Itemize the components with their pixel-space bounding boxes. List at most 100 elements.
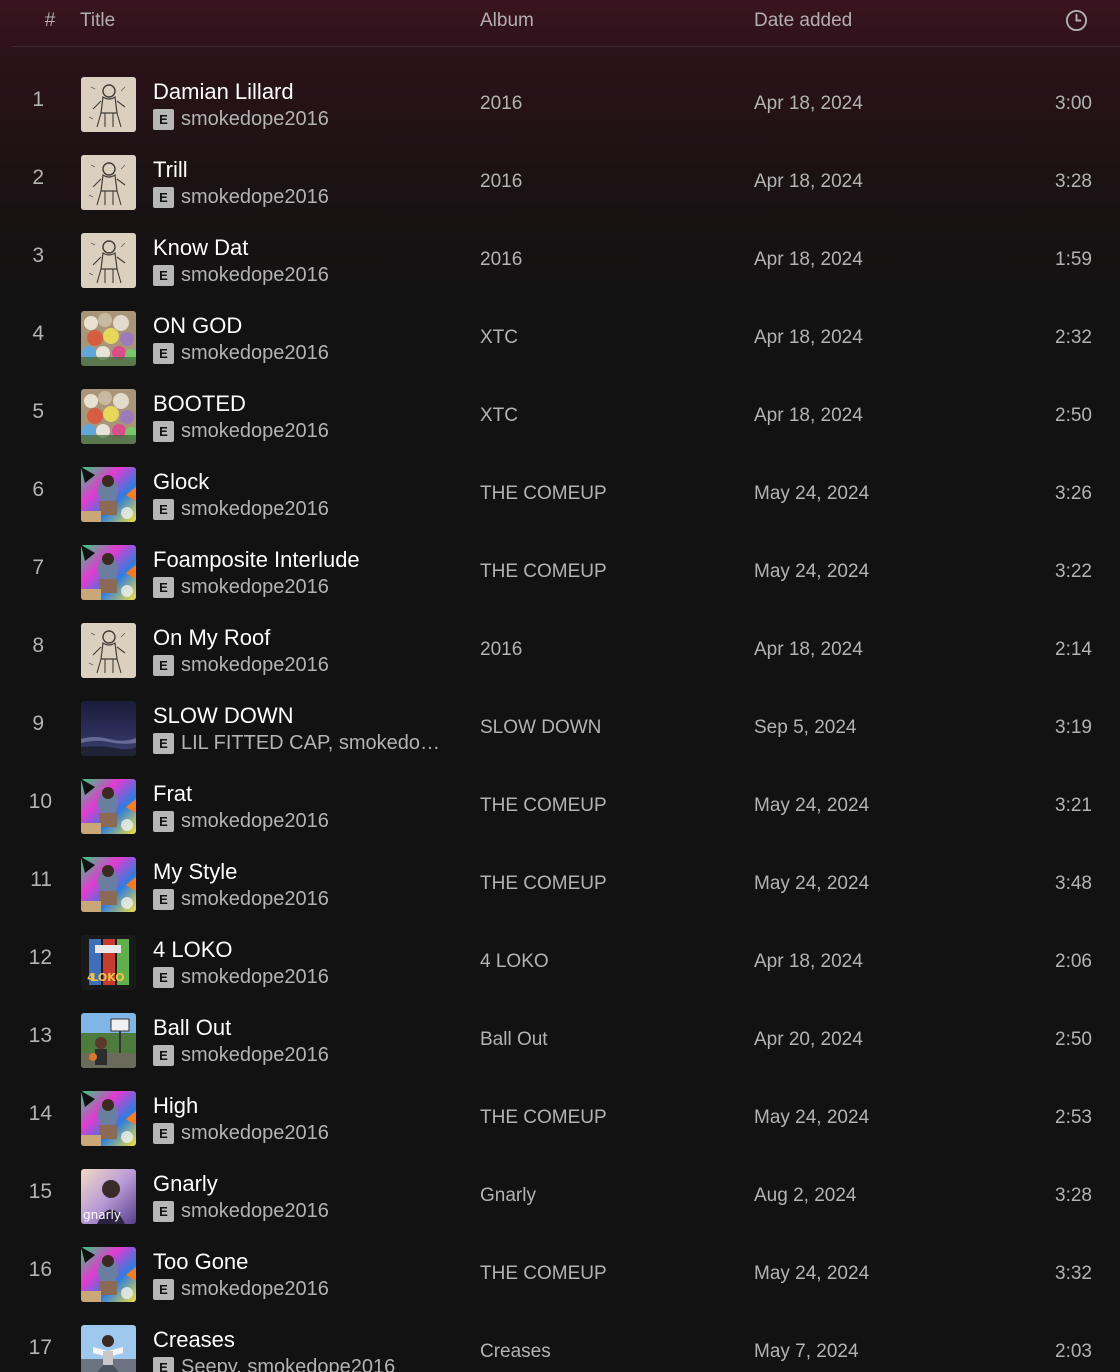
track-album[interactable]: 2016: [480, 171, 522, 193]
track-album[interactable]: SLOW DOWN: [480, 717, 601, 739]
track-title[interactable]: Know Dat: [153, 235, 248, 261]
track-album[interactable]: 4 LOKO: [480, 951, 549, 973]
track-row[interactable]: 7 Foamposite Interlude Esmokedope2016 THE …: [0, 533, 1120, 611]
track-subline: Esmokedope2016: [153, 498, 453, 521]
track-title[interactable]: Frat: [153, 781, 192, 807]
track-artist[interactable]: smokedope2016: [181, 1122, 329, 1145]
track-artist[interactable]: smokedope2016: [181, 264, 329, 287]
album-art: gnarly: [81, 1169, 136, 1224]
track-row[interactable]: 2 Trill Esmokedope2016 2016 Apr 18, 2024 3:2…: [0, 143, 1120, 221]
explicit-badge: E: [153, 1123, 174, 1144]
track-row[interactable]: 5 BOOTED Esmokedope2016 XTC Apr 18, 2024 2:5…: [0, 377, 1120, 455]
track-row[interactable]: 13 Ball Out Esmokedope2016 Ball Out Apr 20,…: [0, 1001, 1120, 1079]
header-number: #: [44, 10, 56, 31]
track-album[interactable]: XTC: [480, 327, 518, 349]
track-subline: Esmokedope2016: [153, 576, 453, 599]
track-artist[interactable]: smokedope2016: [181, 342, 329, 365]
track-album[interactable]: THE COMEUP: [480, 1107, 607, 1129]
header-album[interactable]: Album: [480, 10, 534, 32]
track-album[interactable]: THE COMEUP: [480, 1263, 607, 1285]
track-title[interactable]: Glock: [153, 469, 209, 495]
track-row[interactable]: 11 My Style Esmokedope2016 THE COMEUP May 2…: [0, 845, 1120, 923]
track-artist[interactable]: smokedope2016: [181, 108, 329, 131]
track-artist[interactable]: smokedope2016: [181, 888, 329, 911]
track-artist[interactable]: smokedope2016: [181, 810, 329, 833]
album-art: [81, 233, 136, 288]
track-artist[interactable]: smokedope2016: [181, 576, 329, 599]
track-date-added: Apr 18, 2024: [754, 951, 863, 972]
track-artist[interactable]: smokedope2016: [181, 1200, 329, 1223]
track-artist[interactable]: smokedope2016: [181, 186, 329, 209]
track-album[interactable]: 2016: [480, 639, 522, 661]
track-row[interactable]: 14 High Esmokedope2016 THE COMEUP May 24, 2…: [0, 1079, 1120, 1157]
track-row[interactable]: 10 Frat Esmokedope2016 THE COMEUP May 24, 2…: [0, 767, 1120, 845]
track-artist[interactable]: LIL FITTED CAP, smokedope...: [181, 732, 443, 755]
track-title[interactable]: Ball Out: [153, 1015, 231, 1041]
track-album[interactable]: Creases: [480, 1341, 551, 1363]
explicit-badge: E: [153, 109, 174, 130]
track-title[interactable]: Trill: [153, 157, 188, 183]
track-duration: 3:00: [1055, 93, 1092, 114]
track-row[interactable]: 8 On My Roof Esmokedope2016 2016 Apr 18, 20…: [0, 611, 1120, 689]
header-date-added[interactable]: Date added: [754, 10, 852, 32]
track-row[interactable]: 17 Creases E Seepy, smokedope2016 Creases Ma…: [0, 1313, 1120, 1372]
track-row[interactable]: 1 Damian Lillard Esmokedope2016 2016 Apr 18…: [0, 65, 1120, 143]
track-artist[interactable]: smokedope2016: [181, 654, 329, 677]
track-duration: 3:32: [1055, 1263, 1092, 1284]
track-album[interactable]: 2016: [480, 93, 522, 115]
track-album[interactable]: THE COMEUP: [480, 561, 607, 583]
track-title[interactable]: Creases: [153, 1327, 235, 1353]
track-subline: Esmokedope2016: [153, 1200, 453, 1223]
track-date-added: Apr 18, 2024: [754, 405, 863, 426]
track-row[interactable]: 6 Glock Esmokedope2016 THE COMEUP May 24, 2…: [0, 455, 1120, 533]
track-number: 12: [28, 946, 52, 969]
track-album[interactable]: Gnarly: [480, 1185, 536, 1207]
track-title[interactable]: SLOW DOWN: [153, 703, 294, 729]
track-title[interactable]: ON GOD: [153, 313, 242, 339]
header-title[interactable]: Title: [80, 10, 115, 32]
clock-icon[interactable]: [1065, 9, 1088, 32]
track-date-added: May 24, 2024: [754, 873, 870, 894]
track-subline: Esmokedope2016: [153, 654, 453, 677]
track-row[interactable]: 9 SLOW DOWN E LIL FITTED CAP, smokedope...…: [0, 689, 1120, 767]
track-artist[interactable]: smokedope2016: [181, 1278, 329, 1301]
track-artist[interactable]: Seepy, smokedope2016: [181, 1356, 395, 1372]
explicit-badge: E: [153, 1357, 174, 1372]
track-number: 11: [30, 868, 52, 891]
track-row[interactable]: 3 Know Dat Esmokedope2016 2016 Apr 18, 2024…: [0, 221, 1120, 299]
track-duration: 3:48: [1055, 873, 1092, 894]
track-title[interactable]: My Style: [153, 859, 237, 885]
track-number: 14: [28, 1102, 52, 1125]
track-album[interactable]: XTC: [480, 405, 518, 427]
track-artist[interactable]: smokedope2016: [181, 966, 329, 989]
track-number: 8: [32, 634, 44, 657]
track-artist[interactable]: smokedope2016: [181, 420, 329, 443]
track-album[interactable]: 2016: [480, 249, 522, 271]
track-artist[interactable]: smokedope2016: [181, 498, 329, 521]
track-title[interactable]: High: [153, 1093, 198, 1119]
track-album[interactable]: THE COMEUP: [480, 873, 607, 895]
track-album[interactable]: Ball Out: [480, 1029, 548, 1051]
track-row[interactable]: 12 LOKO 4 4 LOKO Esmokedope2016 4 LOKO Apr …: [0, 923, 1120, 1001]
album-art: [81, 77, 136, 132]
track-title[interactable]: Gnarly: [153, 1171, 218, 1197]
track-row[interactable]: 15 gnarly Gnarly Esmokedope2016 Gnarly Aug …: [0, 1157, 1120, 1235]
track-title[interactable]: On My Roof: [153, 625, 270, 651]
header-divider: [12, 46, 1120, 47]
track-row[interactable]: 4 ON GOD Esmokedope2016 XTC Apr 18, 2024 2:3…: [0, 299, 1120, 377]
track-album[interactable]: THE COMEUP: [480, 483, 607, 505]
track-title[interactable]: Foamposite Interlude: [153, 547, 360, 573]
track-row[interactable]: 16 Too Gone Esmokedope2016 THE COMEUP May 2…: [0, 1235, 1120, 1313]
track-title[interactable]: 4 LOKO: [153, 937, 232, 963]
track-duration: 3:28: [1055, 171, 1092, 192]
track-title[interactable]: BOOTED: [153, 391, 246, 417]
track-date-added: May 24, 2024: [754, 1263, 870, 1284]
track-album[interactable]: THE COMEUP: [480, 795, 607, 817]
explicit-badge: E: [153, 421, 174, 442]
track-number: 7: [32, 556, 44, 579]
track-artist[interactable]: smokedope2016: [181, 1044, 329, 1067]
track-title[interactable]: Damian Lillard: [153, 79, 294, 105]
track-duration: 2:06: [1055, 951, 1092, 972]
track-duration: 3:21: [1055, 795, 1092, 816]
track-title[interactable]: Too Gone: [153, 1249, 248, 1275]
